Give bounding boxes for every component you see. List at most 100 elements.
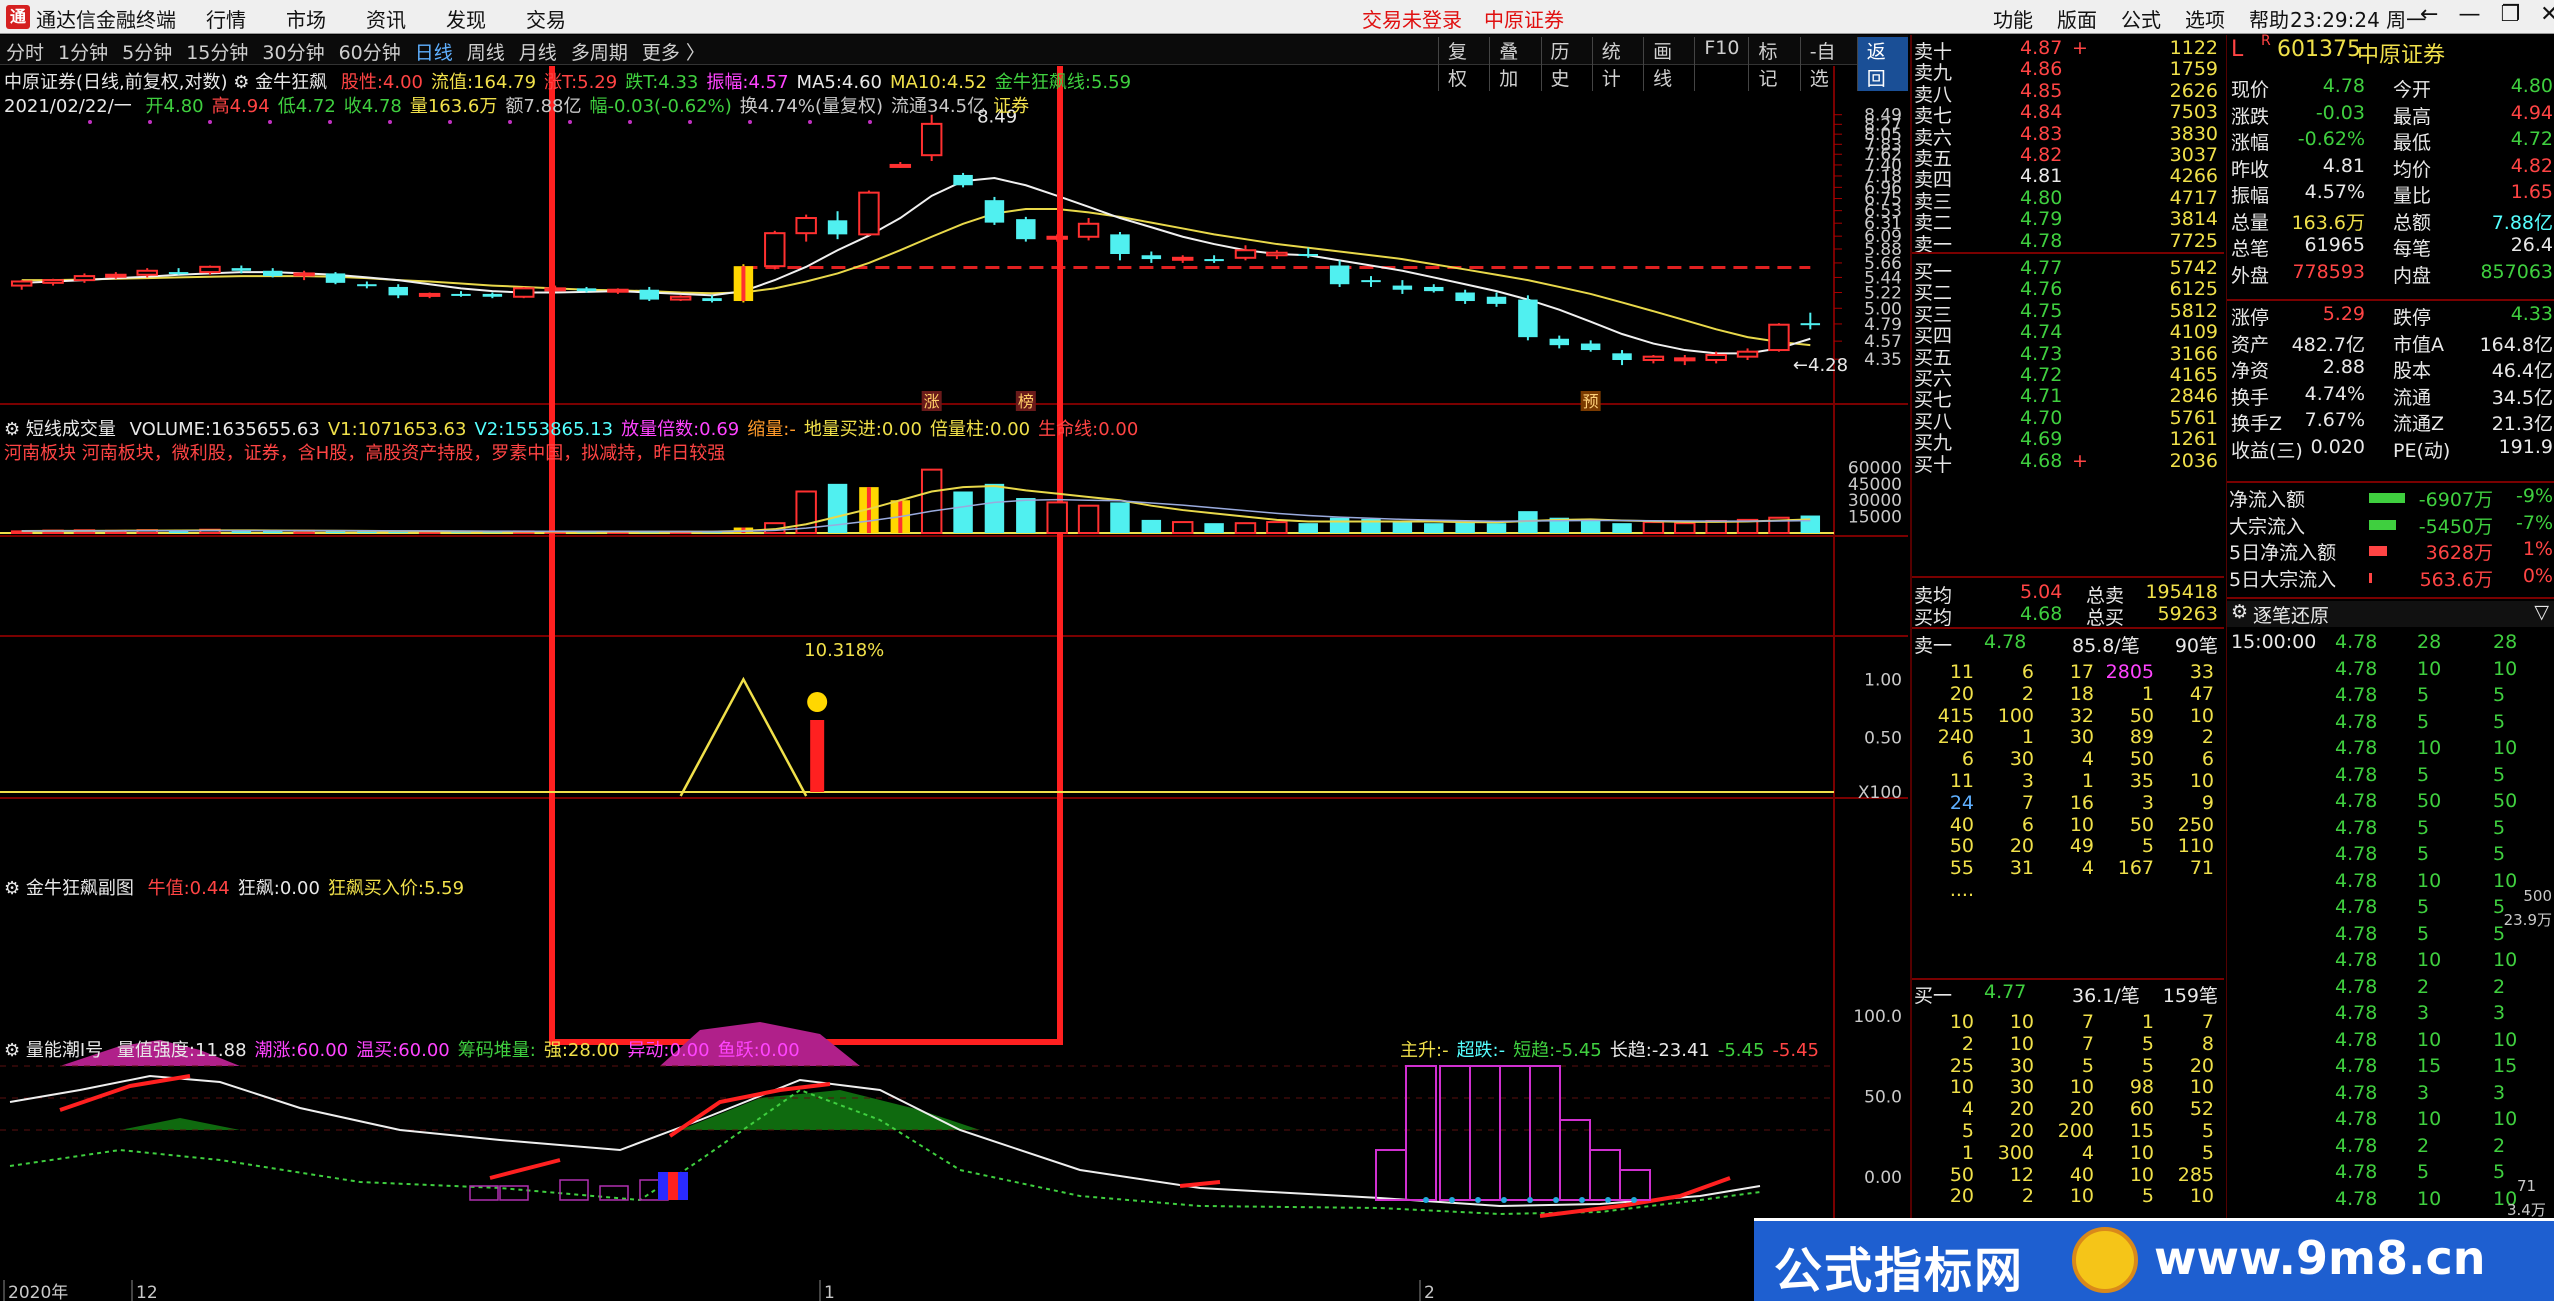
candle-body[interactable] <box>827 220 848 235</box>
orderbook-row[interactable]: 买一 4.77 5742 <box>1912 257 2224 283</box>
candle-body[interactable] <box>325 273 346 283</box>
volume-bar[interactable] <box>1016 498 1036 533</box>
period-tab[interactable]: 15分钟 <box>186 38 248 65</box>
orderbook-row[interactable]: 卖九 4.86 1759 <box>1912 58 2224 84</box>
candle-body[interactable] <box>388 286 408 296</box>
volume-bar[interactable] <box>1266 521 1288 535</box>
volume-bar[interactable] <box>1486 523 1507 533</box>
orderbook-row[interactable]: 买九 4.69 1261 <box>1912 428 2224 454</box>
candle-body[interactable] <box>418 292 441 297</box>
volume-bar[interactable] <box>1392 520 1413 533</box>
orderbook-row[interactable]: 买八 4.70 5761 <box>1912 407 2224 433</box>
candle-body[interactable] <box>105 273 127 278</box>
candle-body[interactable] <box>1736 350 1759 358</box>
candle-body[interactable] <box>984 200 1005 223</box>
candle-body[interactable] <box>1171 256 1194 261</box>
candle-body[interactable] <box>73 275 96 282</box>
candle-body[interactable] <box>639 289 660 300</box>
menu-item-options[interactable]: 选项 <box>2185 4 2225 33</box>
candle-body[interactable] <box>920 122 943 157</box>
minimize-icon[interactable]: — <box>2458 2 2480 27</box>
menu-item-quotes[interactable]: 行情 <box>206 4 246 33</box>
candle-body[interactable] <box>1110 234 1130 255</box>
candle-body[interactable] <box>357 284 377 287</box>
candle-body[interactable] <box>669 295 692 301</box>
period-tab[interactable]: 多周期 <box>571 38 628 65</box>
volume-bar[interactable] <box>1455 522 1475 533</box>
ticks-header[interactable]: ⚙ 逐笔还原 ▽ <box>2227 601 2554 627</box>
orderbook-row[interactable]: 卖四 4.81 4266 <box>1912 165 2224 191</box>
candle-body[interactable] <box>136 269 158 276</box>
candle-body[interactable] <box>168 272 189 275</box>
volume-bar[interactable] <box>1580 520 1601 533</box>
candle-body[interactable] <box>702 298 722 302</box>
menu-item-discover[interactable]: 发现 <box>446 4 486 33</box>
menu-item-trade[interactable]: 交易 <box>526 4 566 33</box>
candle-body[interactable] <box>1705 353 1727 362</box>
volume-gear-icon[interactable]: ⚙ <box>4 419 20 440</box>
volume-bar[interactable] <box>1298 523 1318 533</box>
period-tab[interactable]: 5分钟 <box>122 38 172 65</box>
volume-bar[interactable] <box>1329 517 1350 533</box>
sub1-gear-icon[interactable]: ⚙ <box>4 878 20 899</box>
sub2-gear-icon[interactable]: ⚙ <box>4 1040 20 1061</box>
candle-body[interactable] <box>1266 251 1288 257</box>
menu-item-layout[interactable]: 版面 <box>2057 4 2097 33</box>
candle-body[interactable] <box>1518 299 1538 338</box>
volume-indicator-name[interactable]: 短线成交量 <box>26 419 116 440</box>
candle-body[interactable] <box>1612 353 1632 361</box>
broker-link[interactable]: 中原证券 <box>1484 4 1564 33</box>
candle-body[interactable] <box>1361 280 1381 283</box>
close-icon[interactable]: ✕ <box>2540 2 2554 27</box>
volume-bar[interactable] <box>1077 504 1100 535</box>
candle-body[interactable] <box>1674 357 1696 362</box>
orderbook-row[interactable]: 卖三 4.80 4717 <box>1912 187 2224 213</box>
candle-body[interactable] <box>1204 259 1224 262</box>
event-marker[interactable]: 榜 <box>1018 392 1034 411</box>
volume-bar[interactable] <box>1642 521 1665 535</box>
candle-body[interactable] <box>199 265 221 274</box>
candle-body[interactable] <box>607 288 629 293</box>
volume-bar[interactable] <box>1234 522 1257 534</box>
candle-body[interactable] <box>482 293 503 297</box>
sub1-signal-bar[interactable] <box>810 720 825 792</box>
volume-bar[interactable] <box>920 468 943 534</box>
candle-body[interactable] <box>1800 323 1821 326</box>
candle-body[interactable] <box>1329 265 1350 285</box>
candle-body[interactable] <box>889 163 912 168</box>
menu-item-function[interactable]: 功能 <box>1993 4 2033 33</box>
indicator-name[interactable]: 金牛狂飙 <box>255 72 327 93</box>
volume-bar[interactable] <box>1674 522 1696 534</box>
orderbook-row[interactable]: 买五 4.73 3166 <box>1912 343 2224 369</box>
candle-body[interactable] <box>764 232 786 268</box>
candle-body[interactable] <box>1424 286 1444 292</box>
candle-body[interactable] <box>576 288 597 292</box>
volume-bar[interactable] <box>1110 502 1130 533</box>
volume-bar[interactable] <box>1424 523 1444 533</box>
volume-bar[interactable] <box>1046 501 1068 534</box>
event-marker[interactable]: 预 <box>1583 392 1599 411</box>
candle-body[interactable] <box>293 272 315 277</box>
kline-chart-area[interactable]: 8.49 8.27 8.05 7.83 7.62 7.40 7.18 6.96 6.75 6.53… <box>0 66 1908 1301</box>
candle-body[interactable] <box>1580 343 1601 351</box>
volume-bar[interactable] <box>1800 515 1821 533</box>
candle-body[interactable] <box>795 217 817 235</box>
candle-body[interactable] <box>1077 222 1100 238</box>
candle-body[interactable] <box>1392 285 1413 290</box>
volume-bar[interactable] <box>953 491 973 533</box>
candle-body[interactable] <box>544 287 566 292</box>
candle-body[interactable] <box>1234 249 1257 259</box>
orderbook-row[interactable]: 买四 4.74 4109 <box>1912 321 2224 347</box>
candle-body[interactable] <box>1298 254 1318 257</box>
candle-body[interactable] <box>42 279 64 284</box>
ticks-gear-icon[interactable]: ⚙ <box>2231 601 2248 623</box>
period-tab[interactable]: 日线 <box>415 38 453 65</box>
candle-body[interactable] <box>1549 338 1570 346</box>
candle-body[interactable] <box>953 174 973 186</box>
menu-item-news[interactable]: 资讯 <box>366 4 406 33</box>
orderbook-row[interactable]: 卖一 4.78 7725 <box>1912 230 2224 256</box>
orderbook-row[interactable]: 买二 4.76 6125 <box>1912 278 2224 304</box>
restore-icon[interactable]: ❐ <box>2500 2 2520 27</box>
orderbook-row[interactable]: 卖七 4.84 7503 <box>1912 101 2224 127</box>
candle-body[interactable] <box>262 270 283 277</box>
